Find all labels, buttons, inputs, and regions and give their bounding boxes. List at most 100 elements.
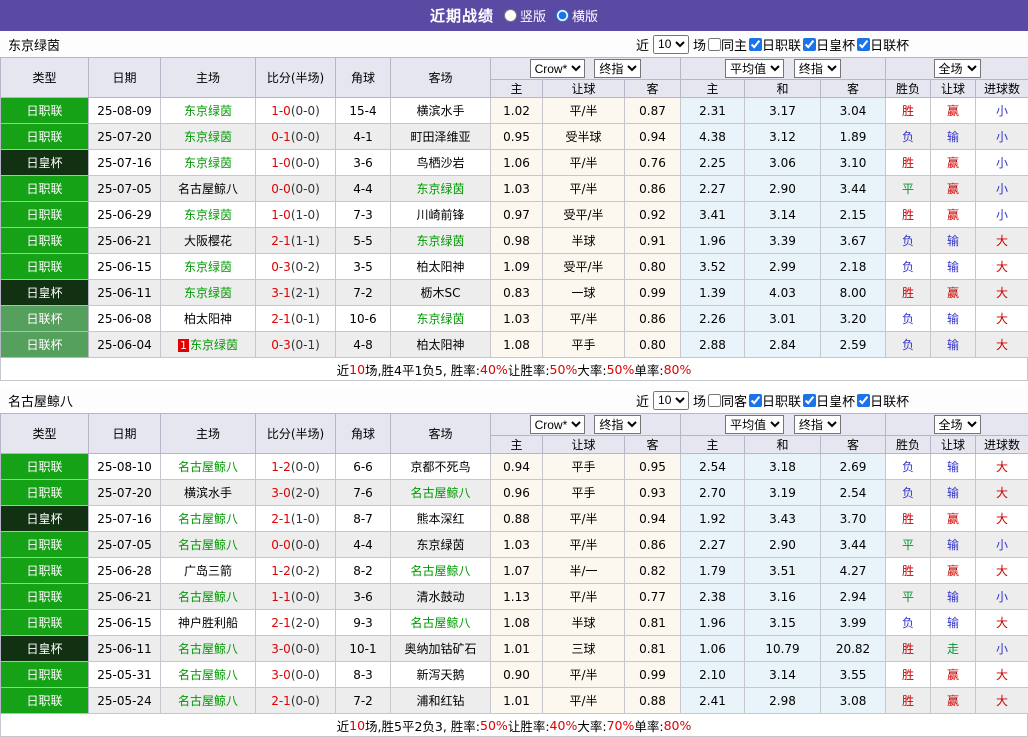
league-emperor-option[interactable]: 日皇杯 <box>803 391 855 410</box>
halftime-score: (0-0) <box>291 538 320 552</box>
league-cup-checkbox[interactable] <box>857 394 870 407</box>
result-text: 负 <box>902 260 914 274</box>
score-cell: 2-1(0-1) <box>256 306 336 332</box>
league-cup-option[interactable]: 日联杯 <box>857 391 909 410</box>
league-j1-checkbox[interactable] <box>749 38 762 51</box>
league-j1-checkbox[interactable] <box>749 394 762 407</box>
avg-away-cell: 8.00 <box>821 280 886 306</box>
layout-horizontal-option[interactable]: 横版 <box>556 6 598 25</box>
average-final-select[interactable]: 终指 <box>794 59 841 78</box>
col-header-away: 客场 <box>391 58 491 98</box>
summary-segment: 70% <box>607 718 635 733</box>
same-venue-checkbox[interactable] <box>708 394 721 407</box>
recent-count-select[interactable]: 10 <box>653 391 689 410</box>
home-team-name: 东京绿茵 <box>184 208 232 222</box>
avg-away-cell: 20.82 <box>821 636 886 662</box>
league-cup-option[interactable]: 日联杯 <box>857 35 909 54</box>
result-text: 负 <box>902 234 914 248</box>
odds-home-cell: 1.13 <box>491 584 543 610</box>
odds-away-cell: 0.99 <box>625 662 681 688</box>
league-j1-option[interactable]: 日职联 <box>749 35 801 54</box>
horizontal-layout-radio[interactable] <box>556 9 569 22</box>
same-venue-option[interactable]: 同客 <box>708 391 747 410</box>
result-cell: 负 <box>886 332 931 358</box>
odds-final-select[interactable]: 终指 <box>594 59 641 78</box>
result-text: 负 <box>902 460 914 474</box>
league-emperor-checkbox[interactable] <box>803 38 816 51</box>
corner-cell: 4-4 <box>336 532 391 558</box>
away-team-cell: 横滨水手 <box>391 98 491 124</box>
layout-vertical-option[interactable]: 竖版 <box>504 6 546 25</box>
odds-away-cell: 0.95 <box>625 454 681 480</box>
average-final-select[interactable]: 终指 <box>794 415 841 434</box>
halftime-score: (0-0) <box>291 590 320 604</box>
recent-count-select[interactable]: 10 <box>653 35 689 54</box>
fulltime-score: 3-0 <box>271 642 291 656</box>
away-team-cell: 东京绿茵 <box>391 228 491 254</box>
handicap-result-text: 赢 <box>947 694 959 708</box>
odds-home-cell: 0.90 <box>491 662 543 688</box>
scope-select[interactable]: 全场 <box>934 415 981 434</box>
league-emperor-checkbox[interactable] <box>803 394 816 407</box>
odds-source-select[interactable]: Crow* <box>530 415 585 434</box>
goals-cell: 大 <box>976 558 1028 584</box>
col-header-corner: 角球 <box>336 414 391 454</box>
vertical-layout-radio[interactable] <box>504 9 517 22</box>
handicap-result-text: 输 <box>947 234 959 248</box>
col-header-score: 比分(半场) <box>256 414 336 454</box>
goals-cell: 小 <box>976 584 1028 610</box>
handicap-result-cell: 输 <box>931 332 976 358</box>
league-cup-checkbox[interactable] <box>857 38 870 51</box>
col-header-result: 胜负 <box>886 80 931 98</box>
date-cell: 25-07-20 <box>89 124 161 150</box>
avg-away-cell: 2.18 <box>821 254 886 280</box>
away-team-cell: 名古屋鲸八 <box>391 480 491 506</box>
corner-cell: 7-6 <box>336 480 391 506</box>
fulltime-score: 1-0 <box>271 208 291 222</box>
odds-handicap-cell: 平/半 <box>543 584 625 610</box>
goals-result-text: 大 <box>996 694 1008 708</box>
average-source-select[interactable]: 平均值 <box>725 415 784 434</box>
home-team-name: 名古屋鲸八 <box>178 538 238 552</box>
fulltime-score: 3-0 <box>271 486 291 500</box>
handicap-result-cell: 赢 <box>931 662 976 688</box>
goals-result-text: 大 <box>996 460 1008 474</box>
away-team-name: 名古屋鲸八 <box>410 616 470 630</box>
corner-cell: 10-1 <box>336 636 391 662</box>
goals-result-text: 小 <box>996 590 1008 604</box>
away-team-cell: 柏太阳神 <box>391 254 491 280</box>
col-header-result: 胜负 <box>886 436 931 454</box>
halftime-score: (2-0) <box>291 616 320 630</box>
same-venue-option[interactable]: 同主 <box>708 35 747 54</box>
odds-source-select[interactable]: Crow* <box>530 59 585 78</box>
result-cell: 负 <box>886 454 931 480</box>
home-team-cell: 名古屋鲸八 <box>161 688 256 714</box>
summary-segment: 让胜率: <box>508 716 550 735</box>
odds-home-cell: 1.09 <box>491 254 543 280</box>
halftime-score: (0-1) <box>291 338 320 352</box>
odds-group-header: Crow* 终指 <box>491 414 681 436</box>
home-team-cell: 名古屋鲸八 <box>161 506 256 532</box>
date-cell: 25-07-20 <box>89 480 161 506</box>
halftime-score: (0-0) <box>291 130 320 144</box>
same-venue-checkbox[interactable] <box>708 38 721 51</box>
date-cell: 25-06-28 <box>89 558 161 584</box>
away-team-name: 浦和红钻 <box>416 694 464 708</box>
avg-away-cell: 3.04 <box>821 98 886 124</box>
date-cell: 25-06-21 <box>89 228 161 254</box>
rank-badge: 1 <box>178 339 189 352</box>
result-cell: 负 <box>886 306 931 332</box>
odds-final-select[interactable]: 终指 <box>594 415 641 434</box>
league-emperor-option[interactable]: 日皇杯 <box>803 35 855 54</box>
goals-result-text: 大 <box>996 564 1008 578</box>
avg-away-cell: 2.15 <box>821 202 886 228</box>
scope-select[interactable]: 全场 <box>934 59 981 78</box>
halftime-score: (2-1) <box>291 286 320 300</box>
odds-home-cell: 1.01 <box>491 688 543 714</box>
league-type-cell: 日皇杯 <box>1 506 89 532</box>
result-cell: 胜 <box>886 688 931 714</box>
odds-home-cell: 1.06 <box>491 150 543 176</box>
result-text: 负 <box>902 338 914 352</box>
average-source-select[interactable]: 平均值 <box>725 59 784 78</box>
league-j1-option[interactable]: 日职联 <box>749 391 801 410</box>
